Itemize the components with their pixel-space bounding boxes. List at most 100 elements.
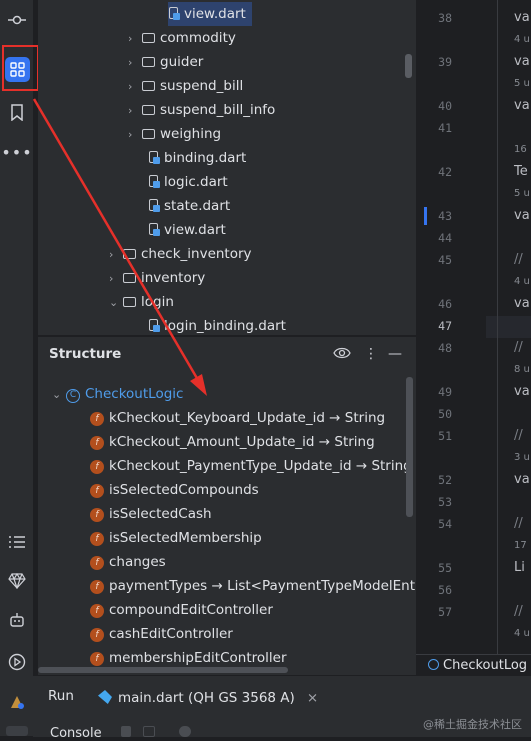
line-number: 51 [438, 429, 452, 443]
folder-icon [123, 297, 136, 307]
tree-row-inventory[interactable]: › inventory [109, 266, 205, 290]
tree-row-label: check_inventory [141, 246, 252, 262]
flutter-inspector-icon[interactable] [6, 691, 28, 713]
tree-row-state-dart[interactable]: state.dart [148, 194, 230, 218]
chevron-right-icon[interactable]: › [128, 123, 142, 147]
tree-row-label: guider [160, 54, 204, 70]
robot-icon[interactable] [6, 610, 28, 632]
structure-member-row[interactable]: f kCheckout_PaymentType_Update_id → Strin… [90, 454, 412, 478]
project-tree: view.dart › commodity › guider › suspend_bi… [38, 0, 416, 335]
tree-row-commodity[interactable]: › commodity [128, 26, 236, 50]
code-comment: // [514, 516, 523, 531]
console-tab[interactable]: Console [50, 726, 102, 741]
structure-member-row[interactable]: f cashEditController [90, 622, 233, 646]
class-icon [428, 659, 439, 670]
line-number-current: 47 [438, 319, 452, 333]
commit-icon[interactable] [6, 9, 28, 31]
chevron-down-icon[interactable]: ⌄ [52, 383, 66, 407]
chevron-right-icon[interactable]: › [109, 243, 123, 267]
tree-row-label: suspend_bill_info [160, 102, 276, 118]
structure-member-row[interactable]: f isSelectedMembership [90, 526, 262, 550]
terminal-icon[interactable] [6, 726, 28, 736]
tree-row-login[interactable]: ⌄ login [109, 290, 174, 314]
code-fragment: va [514, 472, 530, 487]
chevron-right-icon[interactable]: › [128, 27, 142, 51]
folder-icon [142, 129, 155, 139]
toolbar-icon[interactable] [143, 726, 155, 737]
tree-row-binding-dart[interactable]: binding.dart [148, 146, 246, 170]
dart-file-icon [148, 175, 160, 188]
tree-row-label: view.dart [164, 222, 226, 238]
flutter-icon [98, 690, 112, 704]
field-icon: f [90, 604, 104, 618]
structure-horizontal-scrollbar[interactable] [38, 667, 288, 673]
minimize-icon[interactable]: — [388, 346, 402, 362]
chevron-right-icon[interactable]: › [128, 99, 142, 123]
highlight-box [2, 45, 39, 91]
tree-row-weighing[interactable]: › weighing [128, 122, 221, 146]
code-comment: // [514, 340, 523, 355]
line-number: 53 [438, 495, 452, 509]
toolbar-icon[interactable] [121, 726, 131, 737]
code-usage-hint: 4 u [514, 276, 530, 287]
tree-row-label: state.dart [164, 198, 231, 214]
structure-class-row[interactable]: ⌄ C CheckoutLogic [52, 382, 183, 406]
member-label: isSelectedCompounds [109, 482, 259, 498]
code-comment: // [514, 252, 523, 267]
field-icon: f [90, 436, 104, 450]
code-fragment: Te [514, 164, 528, 179]
more-icon[interactable]: ••• [1, 141, 31, 163]
eye-icon[interactable] [333, 346, 351, 364]
folder-icon [142, 57, 155, 67]
tree-row-label: login_binding.dart [164, 318, 286, 334]
structure-member-row[interactable]: f kCheckout_Keyboard_Update_id → String [90, 406, 385, 430]
code-usage-hint: 16 [514, 144, 527, 155]
tree-row-login-binding-dart[interactable]: login_binding.dart [148, 314, 286, 335]
line-number: 38 [438, 11, 452, 25]
bookmark-icon[interactable] [6, 101, 28, 123]
structure-vertical-scrollbar[interactable] [406, 377, 413, 517]
chevron-right-icon[interactable]: › [109, 267, 123, 291]
tree-row-view-dart-selected[interactable]: view.dart [168, 2, 252, 26]
list-icon[interactable] [6, 531, 28, 553]
diamond-icon[interactable] [6, 570, 28, 592]
project-scrollbar[interactable] [405, 54, 412, 78]
dart-file-icon [148, 199, 160, 212]
chevron-right-icon[interactable]: › [128, 75, 142, 99]
code-comment: // [514, 428, 523, 443]
field-icon: f [90, 628, 104, 642]
indent-guide [497, 0, 498, 655]
tree-row-check-inventory[interactable]: › check_inventory [109, 242, 252, 266]
chevron-down-icon[interactable]: ⌄ [109, 291, 123, 315]
code-fragment: va [514, 208, 530, 223]
line-number: 39 [438, 55, 452, 69]
watermark: @稀土掘金技术社区 [423, 718, 522, 731]
close-icon[interactable]: × [307, 690, 318, 706]
tree-row-guider[interactable]: › guider [128, 50, 203, 74]
run-play-icon[interactable] [6, 651, 28, 673]
code-usage-hint: 5 u [514, 188, 530, 199]
code-comment: // [514, 604, 523, 619]
structure-member-row[interactable]: f changes [90, 550, 166, 574]
run-tab[interactable]: main.dart (QH GS 3568 A) × [98, 686, 318, 710]
line-number: 40 [438, 99, 452, 113]
field-icon: f [90, 556, 104, 570]
tree-row-view-dart[interactable]: view.dart [148, 218, 226, 242]
structure-member-row[interactable]: f isSelectedCash [90, 502, 212, 526]
dart-file-icon [168, 7, 180, 20]
run-tab-label: main.dart (QH GS 3568 A) [118, 690, 295, 706]
tree-row-suspend-bill[interactable]: › suspend_bill [128, 74, 243, 98]
line-number: 50 [438, 407, 452, 421]
dart-file-icon [148, 223, 160, 236]
activity-bar: ••• [0, 0, 39, 736]
structure-member-row[interactable]: f isSelectedCompounds [90, 478, 259, 502]
structure-member-row[interactable]: f kCheckout_Amount_Update_id → String [90, 430, 375, 454]
tree-row-suspend-bill-info[interactable]: › suspend_bill_info [128, 98, 275, 122]
structure-member-row[interactable]: f paymentTypes → List<PaymentTypeModelEnt… [90, 574, 416, 598]
toolbar-icon[interactable] [179, 726, 191, 737]
chevron-right-icon[interactable]: › [128, 51, 142, 75]
structure-member-row[interactable]: f compoundEditController [90, 598, 273, 622]
kebab-menu-icon[interactable]: ⋮ [364, 346, 378, 362]
tree-row-logic-dart[interactable]: logic.dart [148, 170, 228, 194]
editor-breadcrumb[interactable]: CheckoutLog [416, 654, 531, 676]
